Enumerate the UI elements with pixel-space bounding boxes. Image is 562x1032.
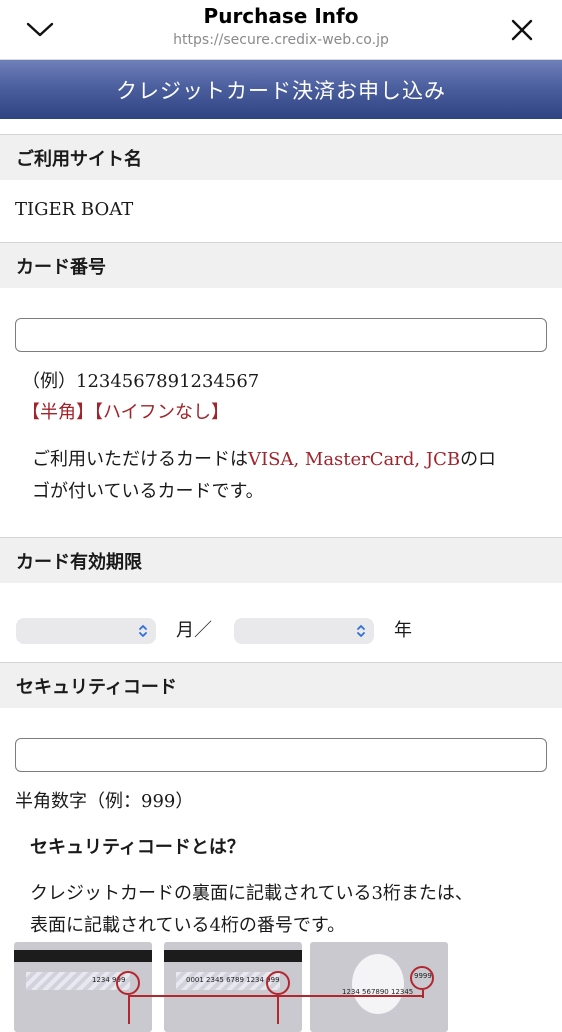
browser-url: https://secure.credix-web.co.jp	[173, 32, 389, 48]
card-brands-suffix: のロ	[460, 449, 497, 470]
select-chevron-icon	[139, 625, 147, 637]
magnetic-stripe	[14, 950, 152, 962]
security-code-hint: 半角数字（例：999）	[15, 791, 194, 812]
security-code-circle	[116, 971, 140, 995]
security-code-circle	[410, 966, 434, 990]
card-hologram	[352, 954, 404, 1014]
select-chevron-icon	[357, 625, 365, 637]
code-connector-line	[128, 995, 130, 1024]
security-code-desc-line2: 表面に記載されている4桁の番号です。	[30, 915, 346, 936]
card-back-illustration: 1234 999	[14, 942, 152, 1032]
page-banner: クレジットカード決済お申し込み	[0, 60, 562, 119]
security-code-input[interactable]	[15, 738, 547, 772]
code-connector-line	[422, 990, 424, 998]
card-number-note-nohyphen: 【ハイフンなし】	[94, 402, 229, 423]
security-code-desc-line1: クレジットカードの裏面に記載されている3桁または、	[30, 883, 473, 904]
card-brands-prefix: ご利用いただけるカードは	[32, 449, 248, 470]
expiry-heading: カード有効期限	[0, 537, 562, 583]
code-connector-line	[128, 995, 422, 997]
expiry-month-label: 月／	[176, 620, 212, 641]
security-code-heading-label: セキュリティコード	[16, 676, 177, 698]
site-name-value: TIGER BOAT	[15, 199, 134, 220]
card-brands-list: VISA, MasterCard, JCB	[248, 449, 461, 470]
expiry-year-select[interactable]	[234, 618, 374, 644]
card-back-illustration-2: 0001 2345 6789 1234 999	[164, 942, 302, 1032]
expiry-year-label: 年	[394, 620, 412, 641]
card-brands-info: ご利用いただけるカードはVISA, MasterCard, JCBのロ	[32, 444, 496, 476]
card-front-illustration: 1234 567890 12345 9999	[310, 942, 448, 1032]
site-name-heading-label: ご利用サイト名	[16, 148, 142, 170]
code-connector-line	[277, 995, 279, 1024]
close-icon	[511, 19, 533, 41]
security-code-subheading: セキュリティコードとは？	[30, 837, 245, 858]
browser-title: Purchase Info	[203, 4, 359, 28]
browser-header: Purchase Info https://secure.credix-web.…	[0, 0, 562, 60]
card-number-example: （例）1234567891234567	[22, 371, 260, 392]
card-number-note-halfwidth: 【半角】	[22, 402, 94, 423]
security-code-circle	[266, 971, 290, 995]
card-brands-info-line2: ゴが付いているカードです。	[32, 481, 264, 502]
security-code-heading: セキュリティコード	[0, 662, 562, 708]
expiry-heading-label: カード有効期限	[16, 551, 142, 573]
site-name-heading: ご利用サイト名	[0, 134, 562, 180]
card-number-note: 【半角】【ハイフンなし】	[22, 397, 229, 429]
expiry-month-select[interactable]	[16, 618, 156, 644]
magnetic-stripe	[164, 950, 302, 962]
close-button[interactable]	[500, 8, 544, 52]
banner-title: クレジットカード決済お申し込み	[116, 78, 446, 103]
card-number-heading-label: カード番号	[16, 256, 106, 278]
card-number-input[interactable]	[15, 318, 547, 352]
card-number-heading: カード番号	[0, 242, 562, 288]
